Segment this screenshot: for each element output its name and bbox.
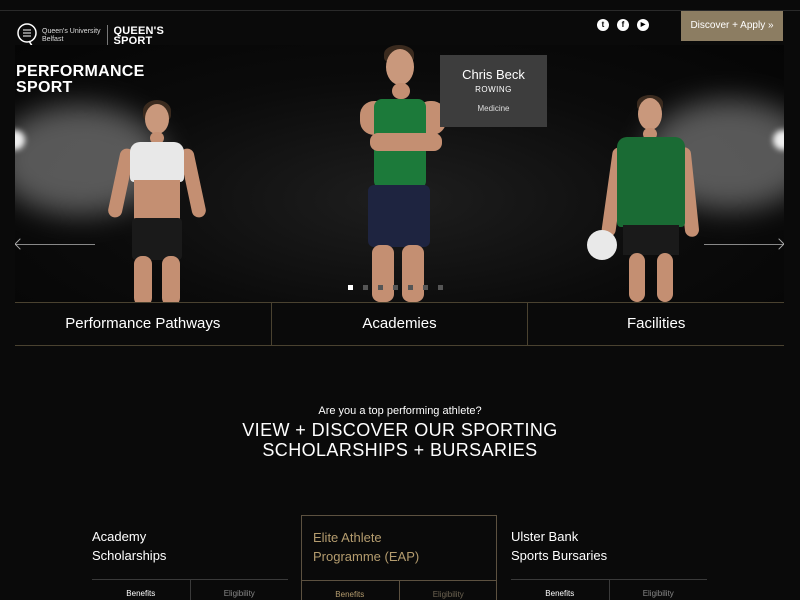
cta-heading: VIEW + DISCOVER OUR SPORTING SCHOLARSHIP… — [0, 420, 800, 460]
tab-facilities[interactable]: Facilities — [528, 303, 784, 345]
page-title-line-1: PERFORMANCE — [16, 63, 145, 80]
card-title-line-2: Sports Bursaries — [511, 548, 608, 563]
facebook-icon[interactable]: f — [617, 19, 629, 31]
carousel-dot[interactable] — [393, 285, 398, 290]
card-tab-eligibility[interactable]: Eligibility — [400, 581, 498, 600]
cta-heading-line-2: SCHOLARSHIPS + BURSARIES — [262, 440, 538, 460]
social-links: t f ▶ — [597, 19, 649, 31]
carousel-next-arrow[interactable] — [704, 244, 784, 245]
athlete-left-image — [100, 100, 210, 302]
university-sub-line: Belfast — [42, 36, 64, 43]
tab-performance-pathways[interactable]: Performance Pathways — [15, 303, 272, 345]
carousel-dot[interactable] — [363, 285, 368, 290]
card-academy-scholarships[interactable]: Academy Scholarships Benefits Eligibilit… — [92, 515, 288, 600]
card-tabs: Benefits Eligibility — [92, 579, 288, 600]
brand-divider — [106, 25, 108, 47]
carousel-dot[interactable] — [378, 285, 383, 290]
section-tabs: Performance Pathways Academies Facilitie… — [15, 302, 784, 346]
card-elite-athlete-programme[interactable]: Elite Athlete Programme (EAP) Benefits E… — [301, 515, 497, 600]
athlete-course: Medicine — [477, 104, 510, 113]
top-divider — [0, 10, 800, 11]
page-title: PERFORMANCE SPORT — [16, 64, 145, 96]
card-title-line-1: Ulster Bank — [511, 529, 579, 544]
carousel-dots — [348, 285, 443, 290]
carousel-dot[interactable] — [438, 285, 443, 290]
athlete-caption[interactable]: Chris Beck ROWING Medicine — [440, 55, 547, 127]
athlete-sport: ROWING — [475, 85, 512, 94]
cta-heading-line-1: VIEW + DISCOVER OUR SPORTING — [242, 420, 558, 440]
carousel-prev-arrow[interactable] — [15, 244, 95, 245]
card-title-line-1: Academy — [92, 529, 147, 544]
card-tab-eligibility[interactable]: Eligibility — [610, 580, 708, 600]
carousel-dot[interactable] — [348, 285, 353, 290]
card-tabs: Benefits Eligibility — [511, 579, 707, 600]
card-tab-eligibility[interactable]: Eligibility — [191, 580, 289, 600]
tab-academies[interactable]: Academies — [272, 303, 529, 345]
card-title: Ulster Bank Sports Bursaries — [511, 527, 607, 565]
university-name: Queen's University Belfast — [42, 28, 101, 44]
gaelic-ball — [587, 230, 617, 260]
youtube-icon[interactable]: ▶ — [637, 19, 649, 31]
card-tabs: Benefits Eligibility — [301, 580, 497, 600]
discover-apply-button[interactable]: Discover + Apply » — [681, 11, 783, 41]
university-name-line: Queen's University — [42, 28, 101, 35]
card-title: Academy Scholarships — [92, 527, 166, 565]
card-title: Elite Athlete Programme (EAP) — [313, 528, 419, 566]
card-ulster-bank-bursaries[interactable]: Ulster Bank Sports Bursaries Benefits El… — [511, 515, 707, 600]
card-title-line-2: Programme (EAP) — [313, 549, 420, 564]
page-title-line-2: SPORT — [16, 79, 73, 96]
card-tab-benefits[interactable]: Benefits — [511, 580, 610, 600]
carousel-dot[interactable] — [408, 285, 413, 290]
athlete-name: Chris Beck — [462, 67, 525, 82]
cta-question: Are you a top performing athlete? — [318, 405, 482, 417]
queens-sport-logo: QUEEN'S SPORT — [114, 26, 164, 47]
card-title-line-1: Elite Athlete — [313, 530, 382, 545]
athlete-right-image — [585, 95, 705, 302]
twitter-icon[interactable]: t — [597, 19, 609, 31]
card-title-line-2: Scholarships — [92, 548, 167, 563]
carousel-dot[interactable] — [423, 285, 428, 290]
card-tab-benefits[interactable]: Benefits — [301, 581, 400, 600]
card-tab-benefits[interactable]: Benefits — [92, 580, 191, 600]
